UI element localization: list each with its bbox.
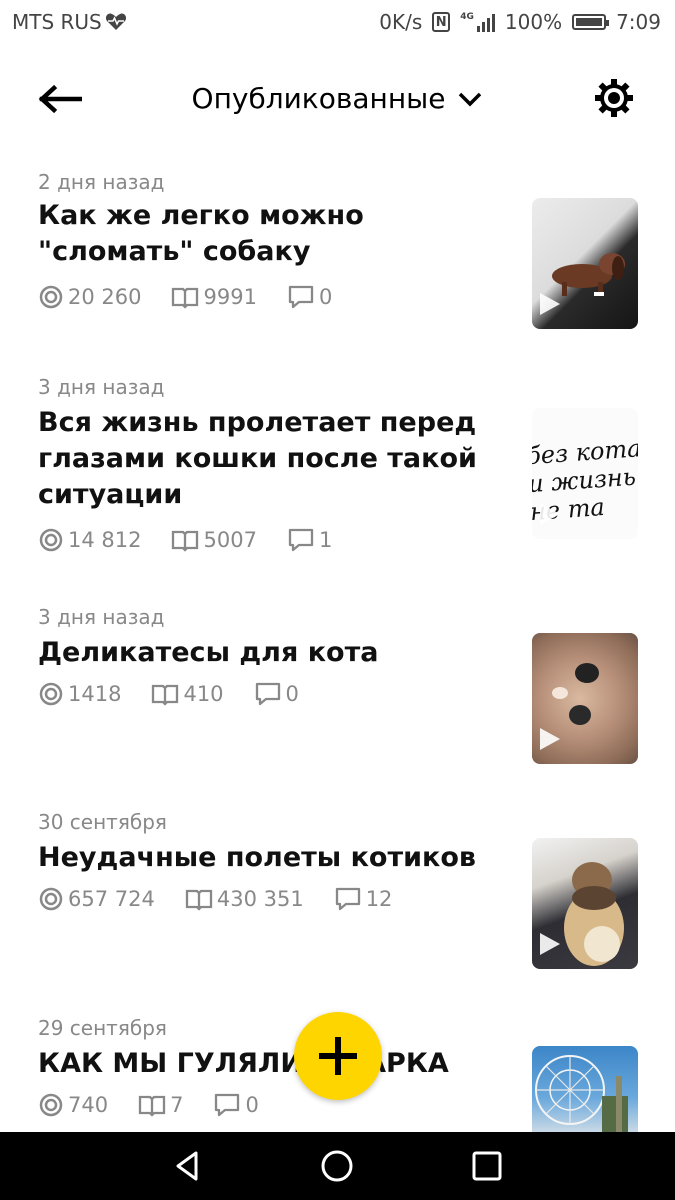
book-icon [172, 287, 199, 309]
play-icon [540, 293, 560, 315]
comments-stat: 0 [213, 1092, 259, 1118]
views-stat: 14 812 [38, 527, 141, 553]
post-stats: 1418 410 0 [38, 681, 299, 707]
post-stats: 20 260 9991 0 [38, 284, 332, 310]
reads-stat: 430 351 [185, 887, 304, 911]
views-count: 657 724 [68, 887, 155, 911]
net-speed: 0K/s [379, 10, 423, 34]
play-icon [540, 728, 560, 750]
comment-icon [288, 285, 314, 309]
add-post-button[interactable] [294, 1012, 382, 1100]
reads-count: 430 351 [216, 887, 304, 911]
views-count: 740 [68, 1093, 109, 1117]
back-triangle-icon[interactable] [170, 1148, 206, 1184]
views-stat: 657 724 [38, 886, 155, 912]
plus-icon [319, 1037, 357, 1075]
recents-square-icon[interactable] [469, 1148, 505, 1184]
gear-icon[interactable] [592, 76, 636, 120]
views-stat: 20 260 [38, 284, 141, 310]
reads-count: 410 [183, 682, 224, 706]
carrier-label: MTS RUS [12, 10, 102, 34]
views-count: 14 812 [68, 528, 142, 552]
comments-count: 1 [318, 528, 333, 552]
home-circle-icon[interactable] [319, 1148, 355, 1184]
comment-icon [335, 887, 360, 911]
play-icon [540, 933, 560, 955]
signal-icon: 4G [460, 12, 495, 32]
comments-count: 0 [318, 285, 333, 309]
battery-icon [572, 14, 610, 30]
post-thumbnail[interactable] [532, 198, 638, 329]
network-type: 4G [460, 12, 474, 22]
list-item[interactable]: 30 сентября Неудачные полеты котиков 657… [0, 808, 675, 988]
section-dropdown[interactable]: Опубликованные [0, 82, 675, 115]
post-thumbnail[interactable] [532, 633, 638, 764]
comments-stat: 0 [287, 284, 332, 310]
eye-icon [39, 1093, 63, 1117]
post-stats: 14 812 5007 1 [38, 527, 332, 553]
reads-stat: 5007 [171, 528, 257, 552]
system-nav-bar [0, 1132, 675, 1200]
eye-icon [39, 285, 63, 309]
eye-icon [39, 528, 63, 552]
views-stat: 740 [38, 1092, 108, 1118]
post-title[interactable]: Деликатесы для кота [38, 635, 508, 671]
post-date: 30 сентября [38, 810, 167, 834]
comments-count: 0 [245, 1093, 259, 1117]
clock: 7:09 [616, 10, 661, 34]
nfc-icon: N [432, 12, 451, 32]
reads-count: 5007 [203, 528, 257, 552]
views-count: 20 260 [68, 285, 142, 309]
views-stat: 1418 [38, 681, 121, 707]
reads-count: 7 [170, 1093, 184, 1117]
ferris-wheel-image [535, 1055, 628, 1132]
post-title[interactable]: Как же легко можно "сломать" собаку [38, 198, 508, 270]
post-title[interactable]: КАК МЫ ГУЛЯЛИ У ПАРКА [38, 1046, 508, 1082]
reads-count: 9991 [203, 285, 257, 309]
list-item[interactable]: 3 дня назад Вся жизнь пролетает перед гл… [0, 373, 675, 573]
comment-icon [215, 1093, 240, 1117]
battery-percent: 100% [504, 10, 563, 34]
reads-stat: 7 [138, 1093, 183, 1117]
post-title[interactable]: Неудачные полеты котиков [38, 840, 508, 876]
comments-stat: 0 [254, 681, 299, 707]
post-date: 2 дня назад [38, 170, 165, 194]
book-icon [185, 889, 212, 911]
header: Опубликованные [0, 60, 675, 136]
post-date: 3 дня назад [38, 375, 165, 399]
book-icon [152, 684, 179, 706]
post-date: 29 сентября [38, 1016, 167, 1040]
post-date: 3 дня назад [38, 605, 165, 629]
comment-icon [255, 682, 280, 706]
comments-count: 0 [285, 682, 299, 706]
list-item[interactable]: 3 дня назад Деликатесы для кота 1418 410… [0, 603, 675, 773]
post-title[interactable]: Вся жизнь пролетает перед глазами кошки … [38, 405, 508, 513]
comments-stat: 12 [334, 886, 393, 912]
comments-count: 12 [365, 887, 393, 911]
eye-icon [39, 887, 63, 911]
play-icon [540, 503, 560, 525]
list-item[interactable]: 2 дня назад Как же легко можно "сломать"… [0, 168, 675, 348]
eye-icon [39, 682, 63, 706]
chevron-down-icon [459, 92, 482, 106]
post-thumbnail[interactable] [532, 838, 638, 969]
post-thumbnail[interactable]: без кота и жизнь не та [532, 408, 638, 539]
reads-stat: 410 [151, 682, 224, 706]
post-stats: 740 7 0 [38, 1092, 259, 1118]
book-icon [138, 1095, 166, 1117]
status-bar: MTS RUS 0K/s N 4G 100% 7:09 [0, 0, 675, 46]
status-right: 0K/s N 4G 100% 7:09 [379, 10, 661, 34]
comments-stat: 1 [287, 527, 332, 553]
views-count: 1418 [68, 682, 122, 706]
comment-icon [288, 528, 314, 552]
heart-pulse-icon [105, 13, 126, 30]
page-title: Опубликованные [191, 82, 446, 115]
reads-stat: 9991 [171, 285, 257, 309]
post-thumbnail[interactable] [532, 1046, 638, 1132]
book-icon [172, 530, 199, 552]
carrier: MTS RUS [12, 10, 127, 34]
post-stats: 657 724 430 351 12 [38, 886, 392, 912]
